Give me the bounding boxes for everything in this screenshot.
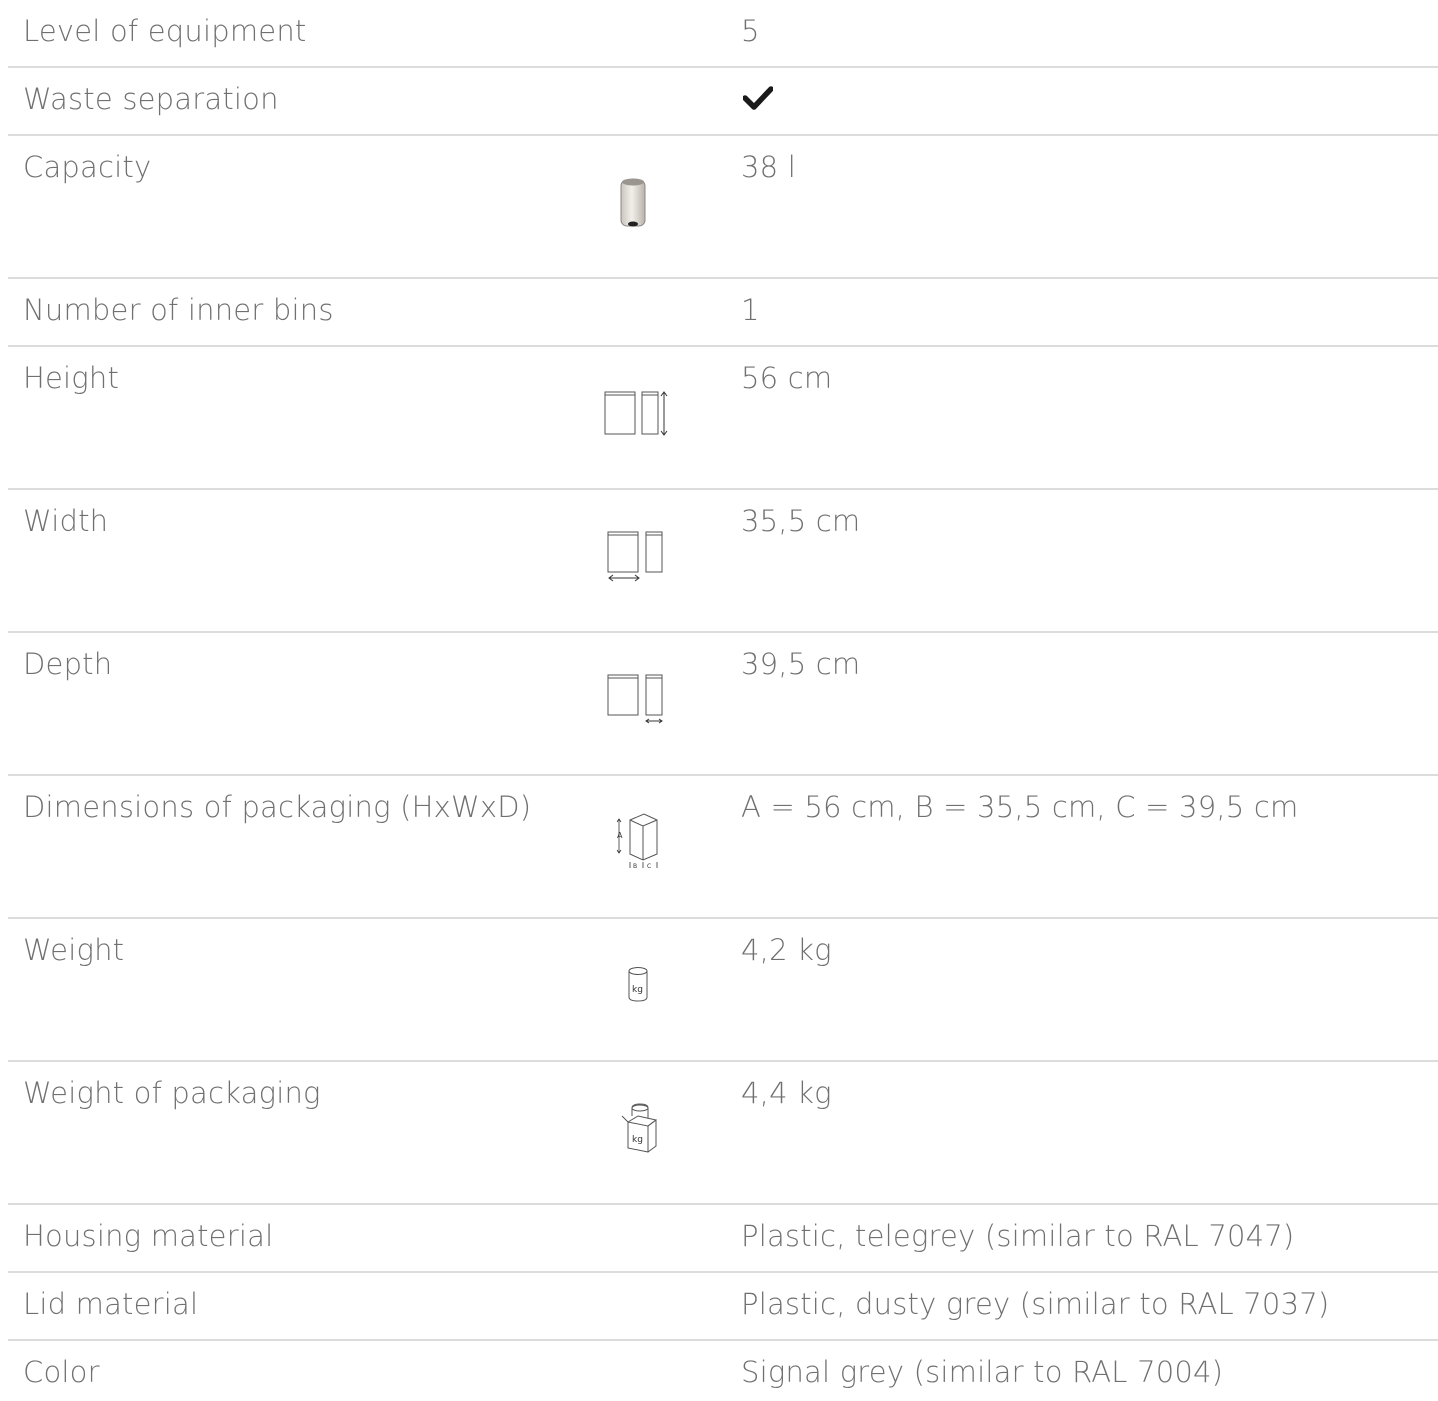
spec-row-dimensions-of-packaging: Dimensions of packaging (HxWxD) A B C A … (8, 776, 1438, 919)
spec-value: Plastic, dusty grey (similar to RAL 7037… (741, 1287, 1330, 1321)
spec-value: 39,5 cm (741, 647, 861, 681)
width-dimension-icon (606, 530, 672, 582)
spec-row-waste-separation: Waste separation (8, 68, 1438, 136)
spec-label: Dimensions of packaging (HxWxD) (23, 790, 532, 824)
spec-row-width: Width 35,5 cm (8, 490, 1438, 633)
spec-label: Capacity (23, 150, 152, 184)
spec-row-lid-material: Lid material Plastic, dusty grey (simila… (8, 1273, 1438, 1341)
spec-value: 56 cm (741, 361, 833, 395)
package-weight-icon: kg (618, 1100, 660, 1154)
spec-row-weight: Weight kg 4,2 kg (8, 919, 1438, 1062)
spec-row-weight-of-packaging: Weight of packaging kg 4,4 kg (8, 1062, 1438, 1205)
weight-unit-text: kg (632, 985, 643, 995)
spec-value: 38 l (741, 150, 796, 184)
spec-value: 4,2 kg (741, 933, 832, 967)
spec-label: Height (23, 361, 120, 395)
spec-row-height: Height 56 cm (8, 347, 1438, 490)
bin-icon (619, 176, 647, 230)
spec-row-capacity: Capacity 38 l (8, 136, 1438, 279)
package-dimension-c-text: C (647, 863, 651, 870)
spec-label: Weight of packaging (23, 1076, 321, 1110)
spec-row-number-of-inner-bins: Number of inner bins 1 (8, 279, 1438, 347)
weight-icon: kg (626, 965, 650, 1003)
spec-value: 4,4 kg (741, 1076, 832, 1110)
spec-value: A = 56 cm, B = 35,5 cm, C = 39,5 cm (741, 790, 1299, 824)
checkmark-icon (743, 86, 773, 110)
spec-row-level-of-equipment: Level of equipment 5 (8, 0, 1438, 68)
spec-row-depth: Depth 39,5 cm (8, 633, 1438, 776)
spec-label: Width (23, 504, 109, 538)
spec-label: Depth (23, 647, 113, 681)
package-dimension-a-text: A (617, 831, 623, 840)
package-dimension-b-text: B (633, 863, 637, 870)
spec-value: 5 (741, 14, 760, 48)
package-dimensions-icon: A B C (610, 810, 666, 872)
spec-row-color: Color Signal grey (similar to RAL 7004) (8, 1341, 1438, 1401)
spec-label: Weight (23, 933, 125, 967)
specifications-table: Level of equipment 5 Waste separation Ca… (0, 0, 1438, 1401)
spec-value: Plastic, telegrey (similar to RAL 7047) (741, 1219, 1295, 1253)
spec-row-housing-material: Housing material Plastic, telegrey (simi… (8, 1205, 1438, 1273)
spec-label: Housing material (23, 1219, 274, 1253)
spec-label: Level of equipment (23, 14, 307, 48)
depth-dimension-icon (606, 673, 672, 725)
height-dimension-icon (604, 390, 670, 436)
spec-label: Waste separation (23, 82, 279, 116)
spec-value: 35,5 cm (741, 504, 861, 538)
spec-value: 1 (741, 293, 760, 327)
spec-value: Signal grey (similar to RAL 7004) (741, 1355, 1224, 1389)
spec-label: Number of inner bins (23, 293, 334, 327)
spec-label: Lid material (23, 1287, 199, 1321)
spec-label: Color (23, 1355, 100, 1389)
package-weight-unit-text: kg (632, 1135, 643, 1145)
